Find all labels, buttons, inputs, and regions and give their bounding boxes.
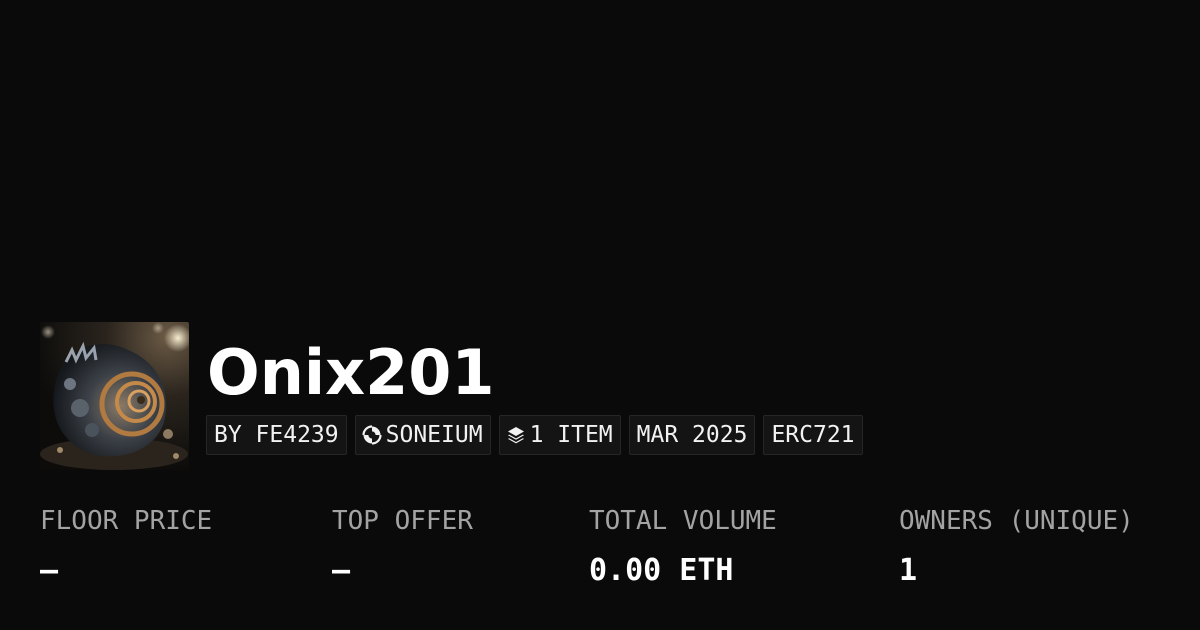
token-standard-tag-label: ERC721 — [771, 422, 855, 448]
total-volume-label: TOTAL VOLUME — [589, 506, 777, 536]
top-offer-label: TOP OFFER — [332, 506, 473, 536]
total-volume-value: 0.00 ETH — [589, 553, 734, 588]
created-date-tag: MAR 2025 — [628, 415, 756, 455]
layers-icon — [506, 425, 526, 445]
owners-stat: OWNERS (UNIQUE) 1 — [899, 502, 1134, 590]
chain-tag[interactable]: SONEIUM — [354, 415, 491, 455]
owners-label: OWNERS (UNIQUE) — [899, 506, 1134, 536]
soneium-logo-icon — [362, 425, 382, 445]
creator-tag[interactable]: BY FE4239 — [206, 415, 347, 455]
floor-price-value: — — [40, 553, 59, 588]
top-offer-value: — — [332, 553, 351, 588]
floor-price-stat: FLOOR PRICE — — [40, 502, 212, 590]
item-count-tag[interactable]: 1 ITEM — [498, 415, 621, 455]
token-standard-tag: ERC721 — [763, 415, 863, 455]
collection-title: Onix201 — [207, 336, 495, 409]
total-volume-stat: TOTAL VOLUME 0.00 ETH — [589, 502, 777, 590]
shell-artwork-image — [40, 322, 189, 470]
owners-value: 1 — [899, 553, 918, 588]
collection-tags: BY FE4239 SONEIUM 1 ITEM MAR 2025 ERC721 — [206, 415, 863, 455]
chain-tag-label: SONEIUM — [385, 422, 483, 448]
creator-tag-label: BY FE4239 — [214, 422, 339, 448]
top-offer-stat: TOP OFFER — — [332, 502, 473, 590]
created-date-tag-label: MAR 2025 — [636, 422, 748, 448]
floor-price-label: FLOOR PRICE — [40, 506, 213, 536]
item-count-tag-label: 1 ITEM — [529, 422, 613, 448]
collection-avatar — [40, 322, 189, 470]
